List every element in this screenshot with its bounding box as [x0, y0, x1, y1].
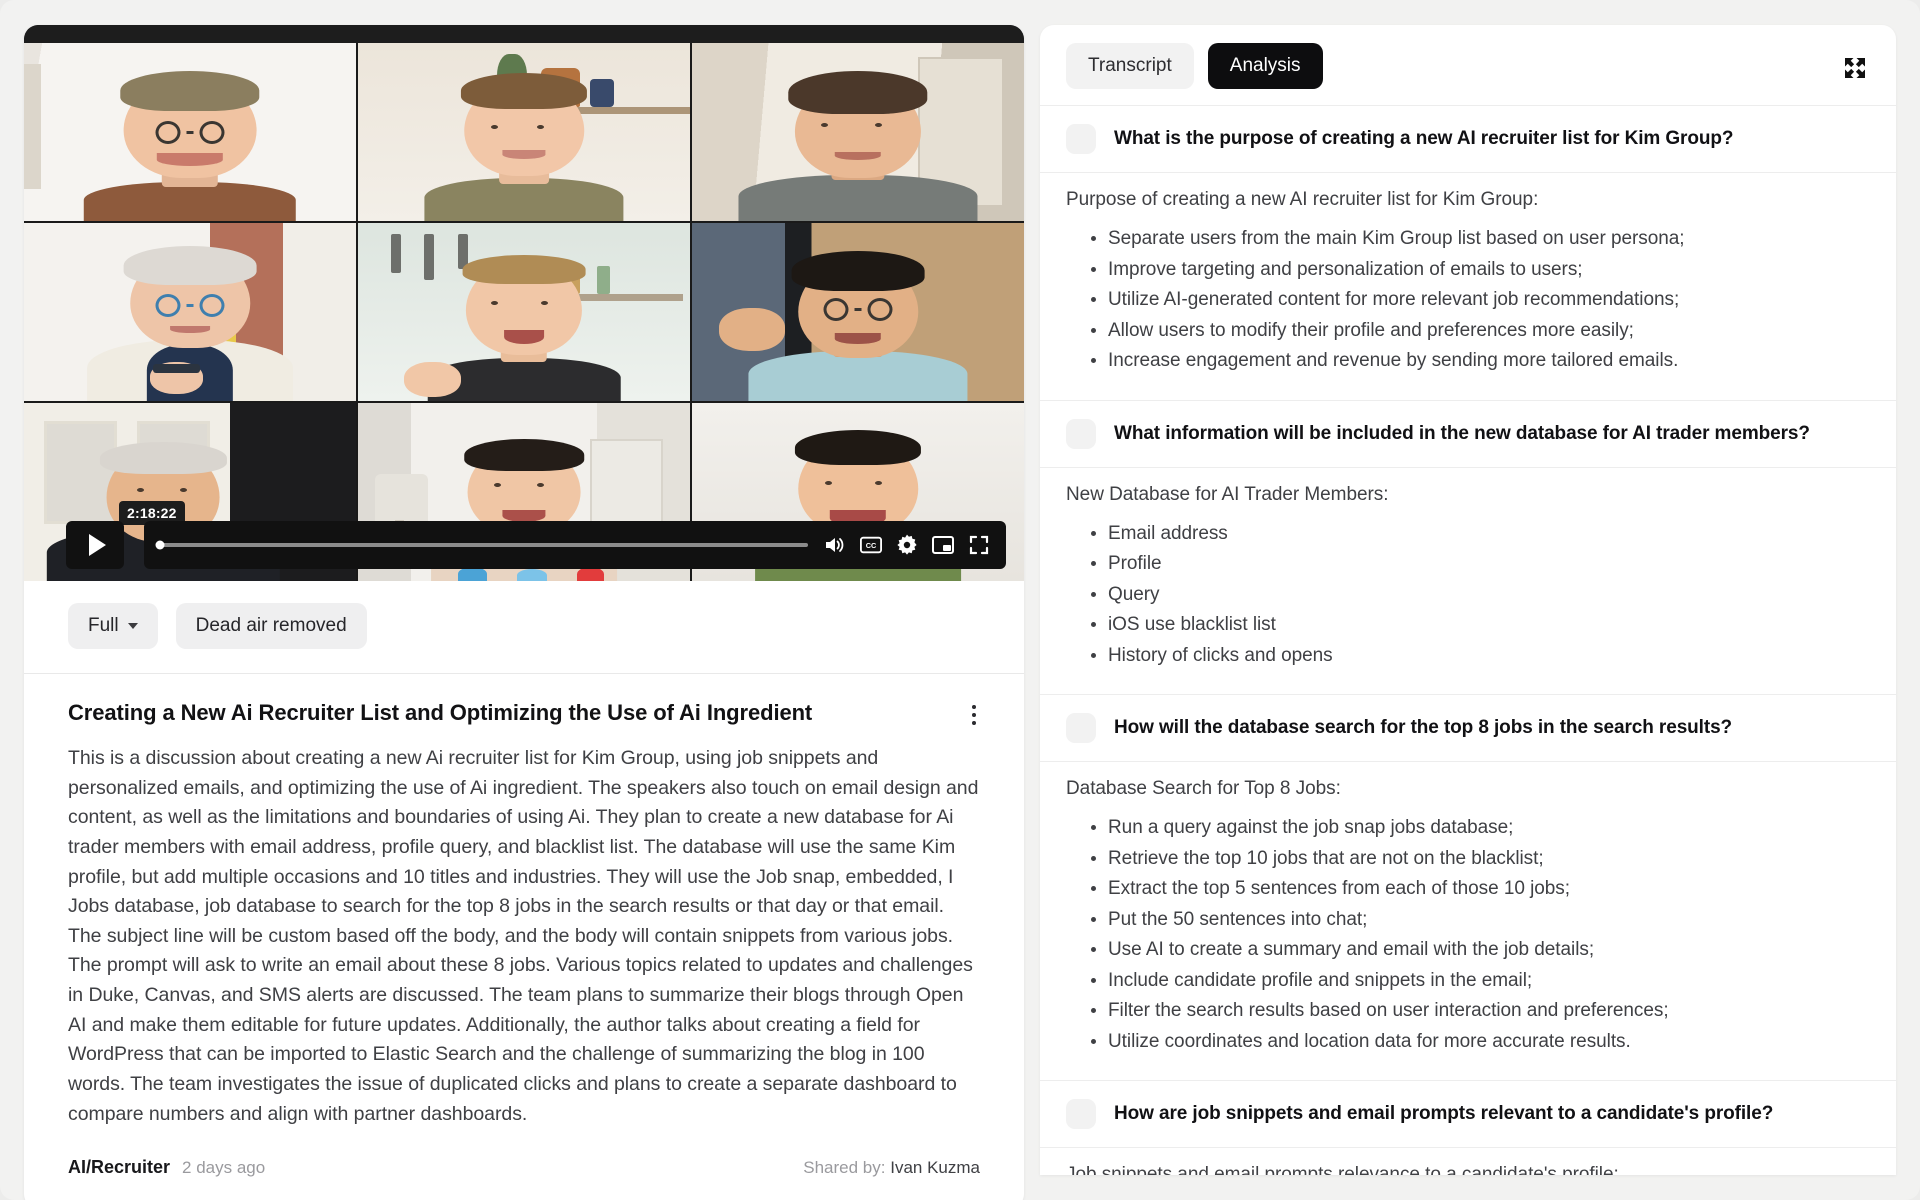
- question-checkbox-icon[interactable]: [1066, 713, 1096, 743]
- question-text: How are job snippets and email prompts r…: [1114, 1103, 1774, 1124]
- answer-list: Email address Profile Query iOS use blac…: [1066, 520, 1870, 671]
- summary-meta: AI/Recruiter 2 days ago Shared by: Ivan …: [24, 1129, 1024, 1200]
- summary-section: Creating a New Ai Recruiter List and Opt…: [24, 674, 1024, 1129]
- fullscreen-icon[interactable]: [968, 534, 990, 556]
- picture-in-picture-icon[interactable]: [932, 534, 954, 556]
- list-item: Utilize AI-generated content for more re…: [1108, 286, 1870, 315]
- summary-body: This is a discussion about creating a ne…: [68, 747, 979, 1125]
- question-checkbox-icon[interactable]: [1066, 1099, 1096, 1129]
- question-checkbox-icon[interactable]: [1066, 418, 1096, 449]
- player-top-bar: [24, 25, 1024, 43]
- list-item: Improve targeting and personalization of…: [1108, 256, 1870, 285]
- participant-tile: [24, 223, 356, 401]
- list-item: Include candidate profile and snippets i…: [1108, 967, 1870, 996]
- answer-body: Purpose of creating a new AI recruiter l…: [1040, 173, 1896, 400]
- player-control-icons: CC: [824, 534, 990, 556]
- list-item: Query: [1108, 581, 1870, 610]
- answer-lead: Purpose of creating a new AI recruiter l…: [1066, 189, 1539, 210]
- analysis-panel: Transcript Analysis What is the purpose …: [1040, 25, 1896, 1175]
- question-text: What information will be included in the…: [1114, 422, 1810, 444]
- qa-item: What is the purpose of creating a new AI…: [1040, 106, 1896, 400]
- playback-filter-row: Full Dead air removed: [24, 581, 1024, 673]
- list-item: iOS use blacklist list: [1108, 611, 1870, 640]
- list-item: Retrieve the top 10 jobs that are not on…: [1108, 845, 1870, 874]
- participant-tile: [24, 43, 356, 221]
- answer-lead: Job snippets and email prompts relevance…: [1066, 1164, 1619, 1175]
- panel-header: Transcript Analysis: [1040, 25, 1896, 105]
- question-text: How will the database search for the top…: [1114, 717, 1733, 738]
- answer-body: Database Search for Top 8 Jobs: Run a qu…: [1040, 762, 1896, 1080]
- list-item: Extract the top 5 sentences from each of…: [1108, 875, 1870, 904]
- question-header[interactable]: What information will be included in the…: [1040, 401, 1896, 467]
- mode-dropdown-label: Full: [88, 615, 119, 636]
- more-options-icon[interactable]: [960, 698, 988, 732]
- volume-icon[interactable]: [824, 534, 846, 556]
- chevron-down-icon: [127, 623, 138, 629]
- qa-item: How are job snippets and email prompts r…: [1040, 1081, 1896, 1175]
- settings-gear-icon[interactable]: [896, 534, 918, 556]
- svg-text:CC: CC: [866, 541, 877, 550]
- mode-dropdown[interactable]: Full: [68, 603, 158, 649]
- time-ago: 2 days ago: [182, 1158, 266, 1178]
- answer-body: Job snippets and email prompts relevance…: [1040, 1148, 1896, 1175]
- page-title: Creating a New Ai Recruiter List and Opt…: [68, 700, 813, 725]
- app-root: 2:18:22 CC Full Dead air removed Creatin…: [0, 0, 1920, 1200]
- dead-air-removed-button[interactable]: Dead air removed: [175, 603, 367, 649]
- participant-tile: [358, 43, 690, 221]
- shared-by-label: Shared by:: [803, 1158, 886, 1178]
- answer-lead: Database Search for Top 8 Jobs:: [1066, 778, 1341, 799]
- list-item: Use AI to create a summary and email wit…: [1108, 936, 1870, 965]
- answer-list: Run a query against the job snap jobs da…: [1066, 814, 1870, 1056]
- seek-handle[interactable]: [155, 540, 165, 550]
- qa-list: What is the purpose of creating a new AI…: [1040, 106, 1896, 1175]
- closed-captions-icon[interactable]: CC: [860, 534, 882, 556]
- participant-tile: [358, 223, 690, 401]
- list-item: History of clicks and opens: [1108, 642, 1870, 671]
- question-header[interactable]: What is the purpose of creating a new AI…: [1040, 106, 1896, 172]
- seek-bar[interactable]: [155, 540, 808, 550]
- recording-card: 2:18:22 CC Full Dead air removed Creatin…: [24, 25, 1024, 1200]
- list-item: Separate users from the main Kim Group l…: [1108, 225, 1870, 254]
- list-item: Allow users to modify their profile and …: [1108, 317, 1870, 346]
- tab-analysis[interactable]: Analysis: [1207, 43, 1323, 89]
- list-item: Run a query against the job snap jobs da…: [1108, 814, 1870, 843]
- play-button[interactable]: [66, 521, 124, 569]
- participant-tile: [692, 223, 1024, 401]
- expand-icon[interactable]: [1840, 53, 1870, 83]
- list-item: Filter the search results based on user …: [1108, 997, 1870, 1026]
- list-item: Increase engagement and revenue by sendi…: [1108, 347, 1870, 376]
- list-item: Profile: [1108, 550, 1870, 579]
- answer-body: New Database for AI Trader Members: Emai…: [1040, 468, 1896, 695]
- list-item: Utilize coordinates and location data fo…: [1108, 1028, 1870, 1057]
- answer-list: Separate users from the main Kim Group l…: [1066, 225, 1870, 376]
- shared-by: Shared by: Ivan Kuzma: [803, 1158, 980, 1178]
- qa-item: How will the database search for the top…: [1040, 695, 1896, 1080]
- channel-name: AI/Recruiter: [68, 1157, 171, 1178]
- participant-tile: [692, 43, 1024, 221]
- question-text: What is the purpose of creating a new AI…: [1114, 128, 1734, 149]
- video-player[interactable]: 2:18:22 CC: [24, 25, 1024, 581]
- shared-by-name: Ivan Kuzma: [890, 1158, 980, 1178]
- list-item: Put the 50 sentences into chat;: [1108, 906, 1870, 935]
- question-header[interactable]: How are job snippets and email prompts r…: [1040, 1081, 1896, 1147]
- answer-lead: New Database for AI Trader Members:: [1066, 483, 1389, 505]
- list-item: Email address: [1108, 520, 1870, 549]
- qa-item: What information will be included in the…: [1040, 401, 1896, 695]
- left-column: 2:18:22 CC Full Dead air removed Creatin…: [24, 25, 1024, 1200]
- player-controls: CC: [144, 521, 1006, 569]
- tab-transcript[interactable]: Transcript: [1066, 43, 1194, 89]
- play-icon: [88, 534, 106, 556]
- question-checkbox-icon[interactable]: [1066, 124, 1096, 154]
- question-header[interactable]: How will the database search for the top…: [1040, 695, 1896, 761]
